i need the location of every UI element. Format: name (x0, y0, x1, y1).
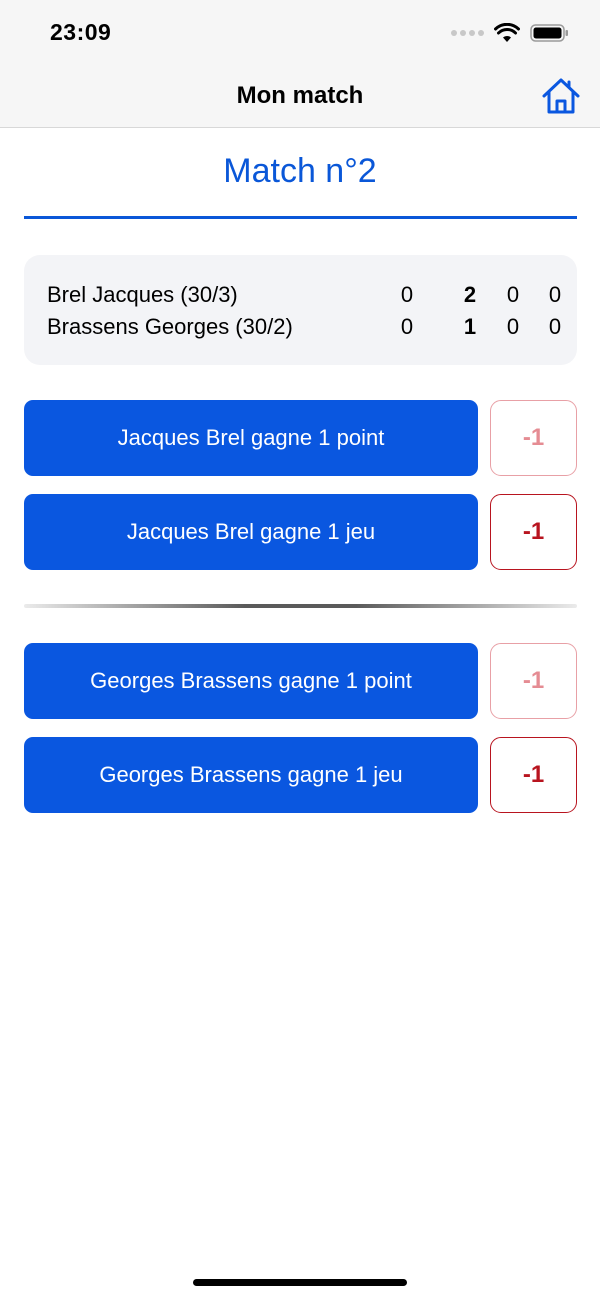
player2-undo-point-button[interactable]: -1 (490, 643, 577, 719)
score-row-player2: Brassens Georges (30/2) 0 1 0 0 (47, 312, 577, 342)
home-button[interactable] (540, 76, 582, 116)
player1-win-point-button[interactable]: Jacques Brel gagne 1 point (24, 400, 478, 476)
player-name: Brel Jacques (30/3) (47, 282, 238, 307)
home-indicator[interactable] (193, 1279, 407, 1286)
player1-win-game-button[interactable]: Jacques Brel gagne 1 jeu (24, 494, 478, 570)
section-divider (24, 604, 577, 608)
battery-icon (530, 24, 568, 42)
score-cell-current: 2 (463, 282, 477, 307)
nav-title: Mon match (236, 82, 364, 109)
score-cell: 0 (506, 282, 520, 307)
score-cell-current: 1 (463, 314, 477, 339)
wifi-icon (494, 23, 520, 42)
player2-undo-game-button[interactable]: -1 (490, 737, 577, 813)
navigation-bar: Mon match (0, 66, 600, 128)
player1-undo-game-button[interactable]: -1 (490, 494, 577, 570)
scoreboard: Brel Jacques (30/3) 0 2 0 0 Brassens Geo… (24, 255, 577, 365)
score-cell: 0 (548, 282, 562, 307)
score-cell: 0 (400, 314, 414, 339)
player2-win-point-button[interactable]: Georges Brassens gagne 1 point (24, 643, 478, 719)
match-title: Match n°2 (223, 152, 377, 190)
cellular-signal-icon (451, 30, 484, 36)
score-cell: 0 (400, 282, 414, 307)
player1-undo-point-button[interactable]: -1 (490, 400, 577, 476)
score-cell: 0 (548, 314, 562, 339)
player-name: Brassens Georges (30/2) (47, 314, 293, 339)
title-underline (24, 216, 577, 219)
screen: 23:09 Mon match Match n°2 Brel Jacques (… (0, 0, 600, 1299)
home-icon (542, 78, 580, 114)
player2-win-game-button[interactable]: Georges Brassens gagne 1 jeu (24, 737, 478, 813)
score-cell: 0 (506, 314, 520, 339)
status-time: 23:09 (50, 19, 112, 45)
status-icons (451, 22, 570, 44)
score-row-player1: Brel Jacques (30/3) 0 2 0 0 (47, 280, 577, 310)
status-bar: 23:09 (0, 0, 600, 66)
